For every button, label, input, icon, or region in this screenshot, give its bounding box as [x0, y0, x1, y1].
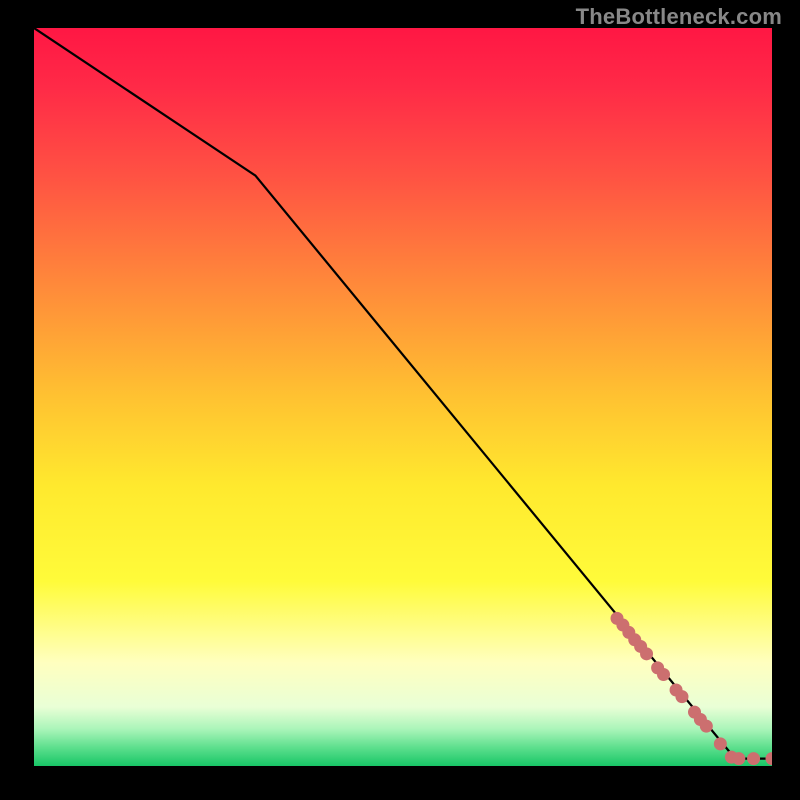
data-point [714, 737, 727, 750]
gradient-background [34, 28, 772, 766]
chart-frame: TheBottleneck.com [0, 0, 800, 800]
data-point [640, 647, 653, 660]
data-point [747, 752, 760, 765]
plot-svg [34, 28, 772, 766]
plot-area [34, 28, 772, 766]
data-point [700, 720, 713, 733]
data-point [732, 752, 745, 765]
data-point [657, 668, 670, 681]
data-point [675, 690, 688, 703]
watermark-text: TheBottleneck.com [576, 4, 782, 30]
